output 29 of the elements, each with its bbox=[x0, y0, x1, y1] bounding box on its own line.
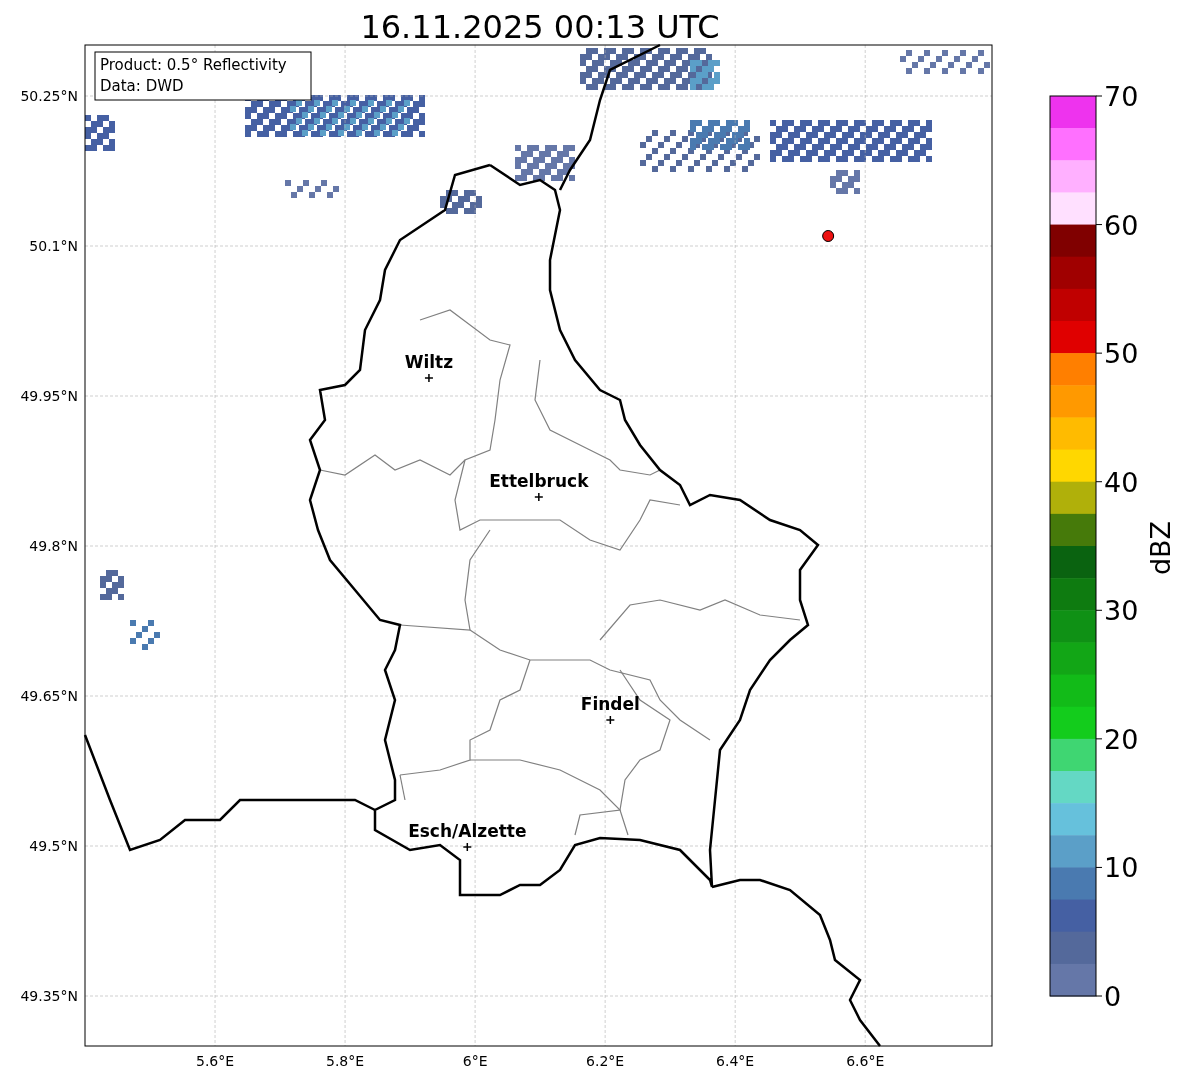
tick-label: 49.95°N bbox=[20, 388, 78, 404]
chart-title: 16.11.2025 00:13 UTC bbox=[360, 8, 720, 46]
colorbar-tick-label: 40 bbox=[1104, 466, 1139, 498]
tick-label: 5.8°E bbox=[326, 1053, 365, 1069]
town-label: Wiltz bbox=[404, 352, 454, 372]
tick-label: 49.8°N bbox=[29, 538, 78, 554]
colorbar-tick-label: 50 bbox=[1104, 338, 1139, 370]
tick-label: 50.25°N bbox=[20, 88, 78, 104]
tick-label: 6.4°E bbox=[716, 1053, 755, 1069]
colorbar-label: dBZ bbox=[1145, 520, 1176, 576]
tick-label: 6°E bbox=[462, 1053, 488, 1069]
colorbar-tick-label: 0 bbox=[1104, 981, 1122, 1012]
town-label: Ettelbruck bbox=[489, 471, 589, 491]
tick-label: 49.35°N bbox=[20, 988, 78, 1004]
colorbar-tick-label: 30 bbox=[1104, 595, 1139, 627]
tick-label: 50.1°N bbox=[29, 238, 78, 254]
tick-label: 49.5°N bbox=[29, 838, 78, 854]
colorbar-tick-label: 70 bbox=[1104, 81, 1139, 112]
info-text: Data: DWD bbox=[100, 77, 184, 95]
colorbar-tick-label: 60 bbox=[1104, 209, 1139, 241]
info-text: Product: 0.5° Reflectivity bbox=[100, 56, 287, 74]
tick-label: 6.6°E bbox=[846, 1053, 885, 1069]
colorbar-tick-label: 10 bbox=[1104, 852, 1139, 884]
tick-label: 49.65°N bbox=[20, 688, 78, 704]
town-label: Findel bbox=[580, 694, 640, 714]
tick-label: 5.6°E bbox=[195, 1053, 235, 1069]
tick-label: 6.2°E bbox=[586, 1053, 625, 1069]
town-label: Esch/Alzette bbox=[408, 821, 527, 841]
colorbar-tick-label: 20 bbox=[1104, 723, 1139, 755]
